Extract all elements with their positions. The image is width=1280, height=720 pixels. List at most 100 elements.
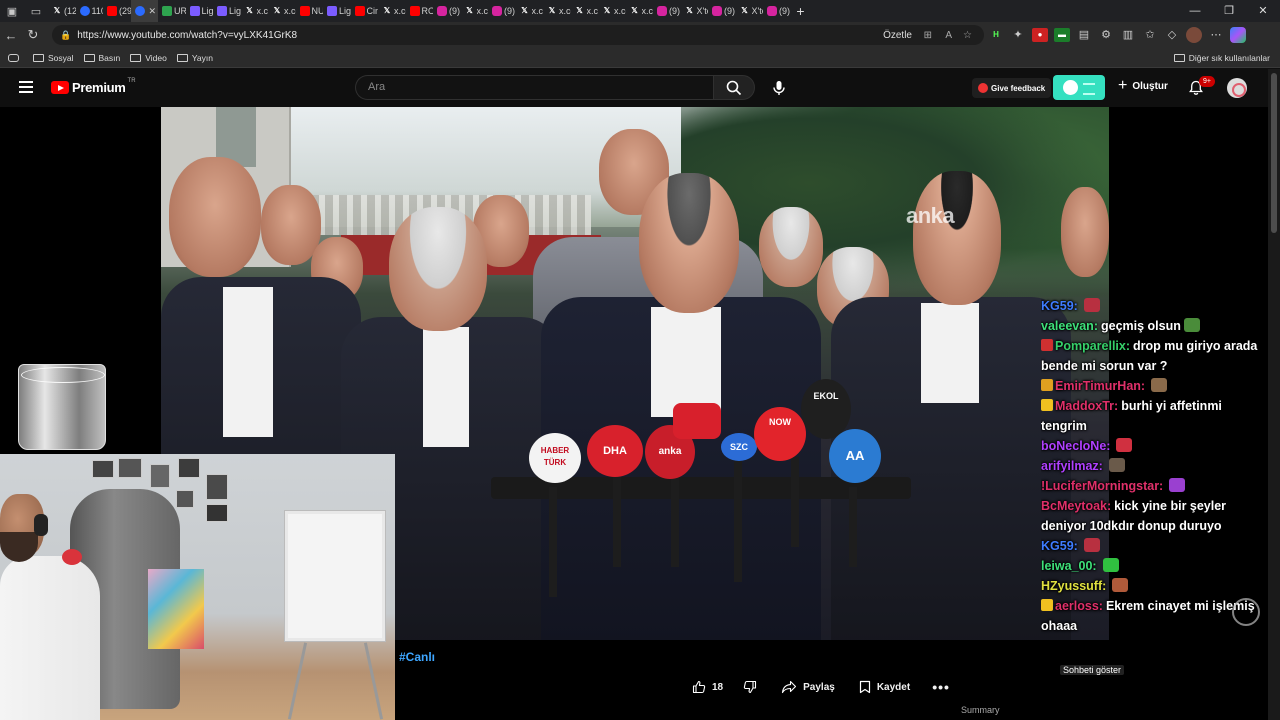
bookmark-sosyal[interactable]: Sosyal: [33, 53, 74, 63]
browser-tab[interactable]: 𝕏X'te: [736, 0, 763, 22]
chat-username[interactable]: Pomparellix:: [1055, 339, 1130, 353]
favorite-star-icon[interactable]: ☆: [963, 30, 972, 41]
extension-red-icon[interactable]: ●: [1032, 28, 1048, 42]
browser-tab[interactable]: 𝕏x.co: [516, 0, 543, 22]
site-info-icon[interactable]: 🔒: [60, 30, 71, 41]
save-button[interactable]: Kaydet: [859, 680, 910, 694]
chat-username[interactable]: boNecloNe:: [1041, 439, 1110, 453]
close-tab-icon[interactable]: ✕: [149, 6, 157, 17]
mic-stand: [734, 452, 742, 582]
give-feedback-button[interactable]: Give feedback: [972, 78, 1052, 98]
dislike-button[interactable]: [743, 680, 763, 694]
chat-username[interactable]: MaddoxTr:: [1055, 399, 1118, 413]
url-text[interactable]: https://www.youtube.com/watch?v=vyLXK41G…: [77, 30, 297, 41]
extension-puzzle-icon[interactable]: ✦: [1010, 28, 1026, 42]
refresh-icon[interactable]: ↻: [22, 27, 44, 43]
browser-tab[interactable]: Ligh: [213, 0, 241, 22]
like-button[interactable]: 18: [692, 680, 723, 694]
account-avatar[interactable]: [1227, 78, 1247, 98]
browser-tab[interactable]: (296: [103, 0, 131, 22]
browser-tab[interactable]: 𝕏x.co: [543, 0, 571, 22]
video-person: [759, 207, 823, 287]
tab-title: Ligh: [229, 6, 241, 16]
browser-tab[interactable]: (9) I: [653, 0, 681, 22]
chat-username[interactable]: !LuciferMorningstar:: [1041, 479, 1163, 493]
minimize-button[interactable]: —: [1178, 0, 1212, 22]
page-scrollbar[interactable]: [1268, 69, 1280, 720]
chat-username[interactable]: leiwa_00:: [1041, 559, 1097, 573]
read-aloud-icon[interactable]: A: [945, 30, 952, 41]
browser-tab[interactable]: 𝕏x.co: [268, 0, 296, 22]
extension-folder-icon[interactable]: ▤: [1076, 28, 1092, 42]
browser-tab[interactable]: URL: [158, 0, 186, 22]
new-tab-button[interactable]: +: [791, 3, 811, 19]
settings-more-icon[interactable]: ⋯: [1208, 28, 1224, 42]
chat-username[interactable]: KG59:: [1041, 299, 1078, 313]
summarize-button[interactable]: Özetle: [883, 30, 912, 41]
browser-tab[interactable]: NUR: [296, 0, 323, 22]
split-view-icon[interactable]: ⊞: [924, 30, 932, 41]
chat-username[interactable]: valeevan:: [1041, 319, 1098, 333]
browser-tab[interactable]: 110: [76, 0, 103, 22]
browser-tab[interactable]: Ligh: [186, 0, 213, 22]
chat-username[interactable]: BcMeytoak:: [1041, 499, 1111, 513]
browser-tab[interactable]: 𝕏x.co: [626, 0, 653, 22]
restore-button[interactable]: ❐: [1212, 0, 1246, 22]
create-button[interactable]: + Oluştur: [1118, 78, 1168, 94]
browser-tab[interactable]: 𝕏x.co: [241, 0, 268, 22]
browser-tab[interactable]: ROP: [406, 0, 433, 22]
browser-tab[interactable]: Ligh: [323, 0, 351, 22]
profile-avatar[interactable]: [1186, 27, 1202, 43]
bookmark-basin[interactable]: Basın: [83, 53, 120, 63]
copilot-icon[interactable]: [1230, 27, 1246, 43]
youtube-logo[interactable]: Premium TR: [51, 78, 136, 95]
browser-tab[interactable]: 𝕏x.co: [461, 0, 488, 22]
search-button[interactable]: [713, 75, 755, 100]
browser-tab[interactable]: 𝕏(12): [48, 0, 76, 22]
tab-favicon-icon: [299, 6, 310, 16]
chat-username[interactable]: HZyussuff:: [1041, 579, 1106, 593]
split-screen-icon[interactable]: ▥: [1120, 28, 1136, 42]
extension-h-icon[interactable]: H: [988, 28, 1004, 42]
extension-green-icon[interactable]: ▬: [1054, 28, 1070, 42]
share-button[interactable]: Paylaş: [781, 680, 835, 694]
tab-actions-icon[interactable]: ▭: [24, 0, 48, 22]
more-actions-button[interactable]: •••: [932, 679, 950, 695]
video-person: [223, 287, 273, 437]
live-hashtag[interactable]: #Canlı: [399, 650, 435, 664]
browser-tab[interactable]: 𝕏x.co: [571, 0, 598, 22]
browser-tab[interactable]: (9) I: [433, 0, 461, 22]
voice-search-button[interactable]: [770, 79, 788, 97]
browser-essentials-icon[interactable]: ◇: [1164, 28, 1180, 42]
address-bar[interactable]: 🔒 https://www.youtube.com/watch?v=vyLXK4…: [52, 25, 984, 45]
bookmark-video[interactable]: Video: [130, 53, 167, 63]
browser-tab[interactable]: 𝕏X'te: [681, 0, 708, 22]
browser-tab[interactable]: (9) I: [708, 0, 736, 22]
scrollbar-thumb[interactable]: [1271, 73, 1277, 233]
browser-tab[interactable]: 𝕏x.co: [378, 0, 406, 22]
extensions-icon[interactable]: ⚙: [1098, 28, 1114, 42]
workspaces-icon[interactable]: ▣: [0, 0, 24, 22]
chat-username[interactable]: EmirTimurHan:: [1055, 379, 1145, 393]
browser-tab[interactable]: (9) I: [488, 0, 516, 22]
browser-tab[interactable]: (9) I: [763, 0, 791, 22]
bookmark-card-icon[interactable]: [8, 53, 23, 62]
chat-username[interactable]: arifyilmaz:: [1041, 459, 1103, 473]
browser-tab[interactable]: Cim: [351, 0, 378, 22]
tab-title: (9) I: [504, 6, 516, 16]
favorites-icon[interactable]: ✩: [1142, 28, 1158, 42]
back-icon[interactable]: ←: [0, 28, 22, 43]
search-input[interactable]: Ara: [355, 75, 713, 100]
menu-icon[interactable]: [19, 81, 33, 93]
browser-tab[interactable]: ✕: [130, 0, 158, 22]
chat-badge-icon: [1041, 339, 1053, 351]
summary-label[interactable]: Summary: [961, 705, 1000, 715]
extension-toggle[interactable]: [1053, 75, 1105, 100]
chat-username[interactable]: aerloss:: [1055, 599, 1103, 613]
bookmark-yayin[interactable]: Yayın: [176, 53, 213, 63]
tab-title: URL: [174, 6, 186, 16]
close-window-button[interactable]: ✕: [1246, 0, 1280, 22]
other-bookmarks[interactable]: Diğer sık kullanılanlar: [1173, 53, 1270, 63]
chat-username[interactable]: KG59:: [1041, 539, 1078, 553]
browser-tab[interactable]: 𝕏x.co: [598, 0, 626, 22]
